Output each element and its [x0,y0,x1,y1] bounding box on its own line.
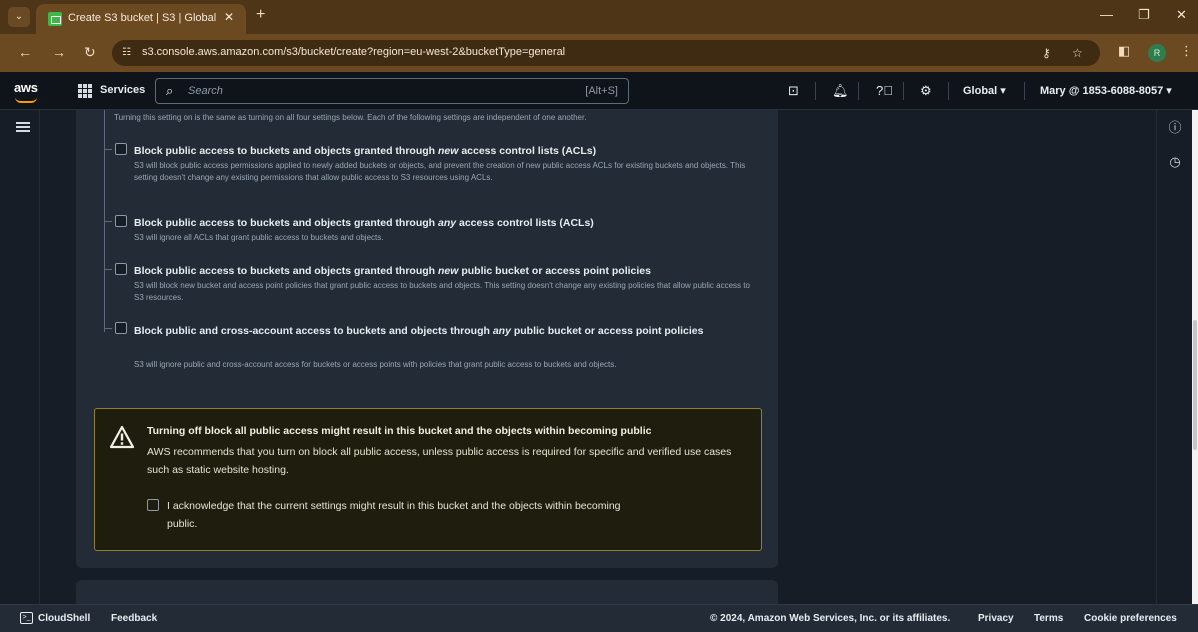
feedback-link[interactable]: Feedback [111,613,157,624]
warning-title: Turning off block all public access migh… [147,425,652,437]
option-description: S3 will block public access permissions … [134,161,746,182]
close-icon[interactable]: ✕ [224,10,234,24]
block-public-access-panel: Turning this setting on is the same as t… [76,110,778,568]
minimize-icon[interactable]: — [1100,7,1113,22]
cloudshell-link[interactable]: CloudShell [38,613,90,624]
option-title[interactable]: Block public access to buckets and objec… [134,142,754,160]
bookmark-star-icon[interactable]: ☆ [1072,46,1083,60]
tree-connector [104,221,112,222]
search-icon: ⌕ [166,83,174,98]
divider [858,82,859,100]
profile-avatar[interactable]: R [1148,44,1166,62]
region-selector[interactable]: Global ▾ [963,84,1006,97]
s3-favicon [48,12,62,26]
terms-link[interactable]: Terms [1034,613,1063,624]
copyright-text: © 2024, Amazon Web Services, Inc. or its… [710,613,951,624]
new-tab-icon[interactable]: + [256,6,265,24]
cloudshell-footer-icon[interactable]: >_ [20,612,33,624]
right-rail: ⓘ ◷ [1156,110,1192,604]
cloudshell-icon[interactable]: ⊡ [788,83,799,99]
browser-toolbar: ← → ↻ ☷ s3.console.aws.amazon.com/s3/buc… [0,34,1198,72]
option-title[interactable]: Block public and cross-account access to… [134,321,754,341]
console-main: Turning this setting on is the same as t… [0,110,1198,610]
acknowledge-checkbox[interactable] [147,499,159,511]
tab-list-icon[interactable]: ⌄ [8,7,30,27]
history-icon[interactable]: ◷ [1167,154,1183,170]
reload-icon[interactable]: ↻ [84,44,96,61]
warning-body: AWS recommends that you turn on block al… [147,446,732,476]
help-icon[interactable]: ?⃝ [876,83,893,98]
tree-connector [104,269,112,270]
info-icon[interactable]: ⓘ [1167,120,1183,136]
option-checkbox[interactable] [115,322,127,334]
side-panel-icon[interactable]: ◧ [1118,43,1130,59]
divider [903,82,904,100]
account-menu[interactable]: Mary @ 1853-6088-8057 ▾ [1040,84,1172,97]
option-checkbox[interactable] [115,143,127,155]
search-shortcut: [Alt+S] [585,85,618,97]
browser-tab[interactable]: Create S3 bucket | S3 | Global ✕ [36,4,246,34]
option-description: S3 will ignore all ACLs that grant publi… [134,233,384,242]
browser-tab-bar: ⌄ Create S3 bucket | S3 | Global ✕ + — ❐… [0,0,1198,34]
back-icon[interactable]: ← [18,44,32,60]
divider [1024,82,1025,100]
address-bar[interactable]: ☷ s3.console.aws.amazon.com/s3/bucket/cr… [112,40,1100,66]
aws-logo[interactable]: aws [14,80,38,103]
option-title[interactable]: Block public access to buckets and objec… [134,214,754,232]
console-footer: >_ CloudShell Feedback © 2024, Amazon We… [0,604,1198,632]
close-window-icon[interactable]: ✕ [1176,7,1187,23]
cookie-preferences-link[interactable]: Cookie preferences [1084,613,1177,624]
tree-connector [104,149,112,150]
left-rail [6,110,40,604]
divider [948,82,949,100]
privacy-link[interactable]: Privacy [978,613,1014,624]
tab-title: Create S3 bucket | S3 | Global [68,12,217,24]
forward-icon[interactable]: → [52,44,66,60]
search-input[interactable]: ⌕ Search [Alt+S] [155,78,629,104]
search-placeholder: Search [188,85,223,97]
gear-icon[interactable]: ⚙ [920,83,932,99]
password-key-icon[interactable]: ⚷ [1042,46,1051,60]
acknowledge-label[interactable]: I acknowledge that the current settings … [167,497,637,533]
intro-text: Turning this setting on is the same as t… [114,113,587,122]
kebab-menu-icon[interactable]: ⋮ [1180,43,1193,59]
option-description: S3 will ignore public and cross-account … [134,360,617,369]
tree-connector [104,328,112,329]
divider [815,82,816,100]
site-info-icon[interactable]: ☷ [122,47,134,59]
aws-top-nav: aws Services ⌕ Search [Alt+S] ⊡ 🔔︎ ?⃝ ⚙ … [0,72,1198,110]
url-text[interactable]: s3.console.aws.amazon.com/s3/bucket/crea… [142,46,565,58]
public-access-warning: Turning off block all public access migh… [94,408,762,551]
option-description: S3 will block new bucket and access poin… [134,281,750,302]
services-grid-icon[interactable] [78,84,92,98]
option-title[interactable]: Block public access to buckets and objec… [134,262,754,280]
bell-icon[interactable]: 🔔︎ [832,83,849,99]
option-checkbox[interactable] [115,263,127,275]
services-menu[interactable]: Services [100,84,145,96]
maximize-icon[interactable]: ❐ [1138,7,1150,23]
option-checkbox[interactable] [115,215,127,227]
hamburger-icon[interactable] [16,122,30,132]
warning-icon [109,425,135,449]
page-scrollbar[interactable] [1192,110,1198,604]
